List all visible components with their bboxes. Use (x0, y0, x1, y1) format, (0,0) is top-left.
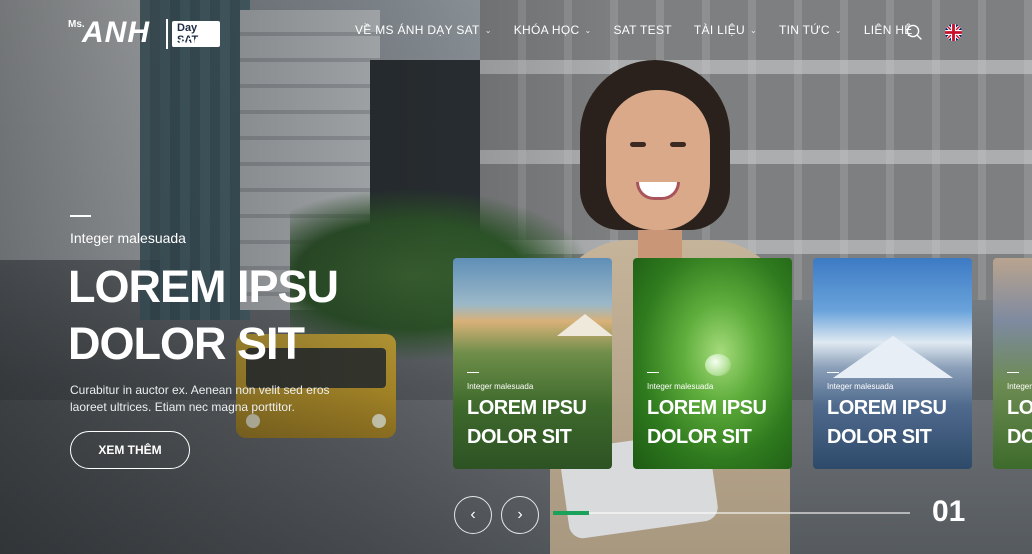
nav-item-label: SAT TEST (613, 23, 672, 37)
hero-eyebrow: Integer malesuada (70, 230, 186, 246)
next-slide-button[interactable]: › (501, 496, 539, 534)
chevron-down-icon: ⌄ (584, 25, 592, 35)
slide-card[interactable]: Integer LO DO (993, 258, 1032, 469)
chevron-down-icon: ⌄ (749, 25, 757, 35)
site-header: Ms. ANH Day SAT 1600 VỀ MS ÁNH DẠY SAT ⌄… (0, 0, 1032, 62)
logo-name: ANH (82, 16, 150, 49)
slide-progress-bar (553, 511, 910, 515)
main-nav: VỀ MS ÁNH DẠY SAT ⌄ KHÓA HỌC ⌄ SAT TEST … (355, 23, 935, 37)
slide-card[interactable]: Integer malesuada LOREM IPSU DOLOR SIT (633, 258, 792, 469)
card-eyebrow: Integer malesuada (647, 382, 714, 391)
chevron-down-icon: ⌄ (834, 25, 842, 35)
logo-score: 1600 (172, 35, 201, 50)
dew-drop (705, 354, 731, 376)
slide-card[interactable]: Integer malesuada LOREM IPSU DOLOR SIT (813, 258, 972, 469)
card-eyebrow: Integer malesuada (467, 382, 534, 391)
conical-hat (557, 314, 612, 336)
hero-dash (70, 215, 91, 217)
slide-card[interactable]: Integer malesuada LOREM IPSU DOLOR SIT (453, 258, 612, 469)
card-title: LOREM IPSU DOLOR SIT (647, 397, 767, 448)
chevron-left-icon: ‹ (470, 506, 476, 523)
mountain (833, 336, 953, 378)
card-title: LOREM IPSU DOLOR SIT (827, 397, 947, 448)
nav-item-courses[interactable]: KHÓA HỌC ⌄ (514, 23, 592, 37)
slide-progress-fill (553, 511, 589, 515)
card-title: LOREM IPSU DOLOR SIT (467, 397, 587, 448)
nav-item-about[interactable]: VỀ MS ÁNH DẠY SAT ⌄ (355, 23, 492, 37)
hero-description: Curabitur in auctor ex. Aenean non velit… (70, 383, 330, 414)
site-logo[interactable]: Ms. ANH Day SAT 1600 (68, 14, 220, 52)
hero-title-line: DOLOR SIT (68, 318, 305, 369)
nav-item-materials[interactable]: TÀI LIỆU ⌄ (694, 23, 757, 37)
nav-item-sat-test[interactable]: SAT TEST (613, 23, 671, 37)
search-icon[interactable] (906, 24, 922, 40)
chevron-down-icon: ⌄ (484, 25, 492, 35)
nav-item-label: TÀI LIỆU (693, 23, 745, 37)
card-title: LO DO (1007, 397, 1032, 448)
view-more-button[interactable]: XEM THÊM (70, 431, 190, 469)
prev-slide-button[interactable]: ‹ (454, 496, 492, 534)
nav-item-label: KHÓA HỌC (513, 23, 580, 37)
hero-title-line: LOREM IPSU (68, 261, 339, 312)
chevron-right-icon: › (517, 506, 523, 523)
nav-item-label: VỀ MS ÁNH DẠY SAT (355, 23, 480, 37)
hero-title: LOREM IPSU DOLOR SIT (68, 258, 339, 372)
nav-item-label: TIN TỨC (779, 23, 830, 37)
slide-counter: 01 (932, 495, 966, 528)
card-eyebrow: Integer (1007, 382, 1032, 391)
nav-item-news[interactable]: TIN TỨC ⌄ (779, 23, 842, 37)
uk-flag-icon[interactable] (945, 24, 962, 41)
card-eyebrow: Integer malesuada (827, 382, 894, 391)
